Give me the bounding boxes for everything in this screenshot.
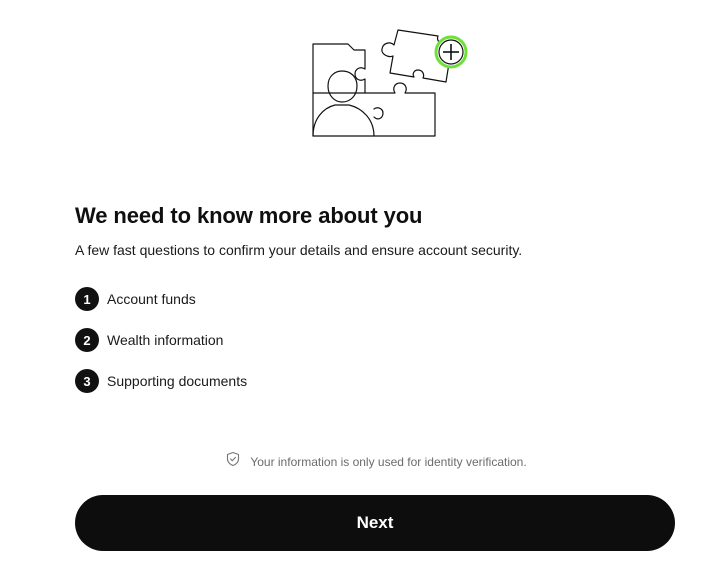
step-label: Supporting documents [107, 373, 248, 389]
step-item-wealth-information: 2 Wealth information [75, 328, 247, 352]
step-label: Wealth information [107, 332, 224, 348]
step-number-badge: 3 [75, 369, 99, 393]
privacy-notice-text: Your information is only used for identi… [250, 455, 527, 469]
steps-list: 1 Account funds 2 Wealth information 3 S… [75, 287, 247, 410]
page-subtitle: A few fast questions to confirm your det… [75, 242, 523, 258]
page-title: We need to know more about you [75, 203, 423, 228]
step-number-badge: 2 [75, 328, 99, 352]
next-button[interactable]: Next [75, 495, 675, 551]
step-number-badge: 1 [75, 287, 99, 311]
step-item-account-funds: 1 Account funds [75, 287, 247, 311]
puzzle-person-plus-icon [312, 29, 468, 137]
step-item-supporting-documents: 3 Supporting documents [75, 369, 247, 393]
step-label: Account funds [107, 291, 196, 307]
privacy-notice: Your information is only used for identi… [0, 451, 722, 469]
shield-check-icon [227, 451, 240, 467]
